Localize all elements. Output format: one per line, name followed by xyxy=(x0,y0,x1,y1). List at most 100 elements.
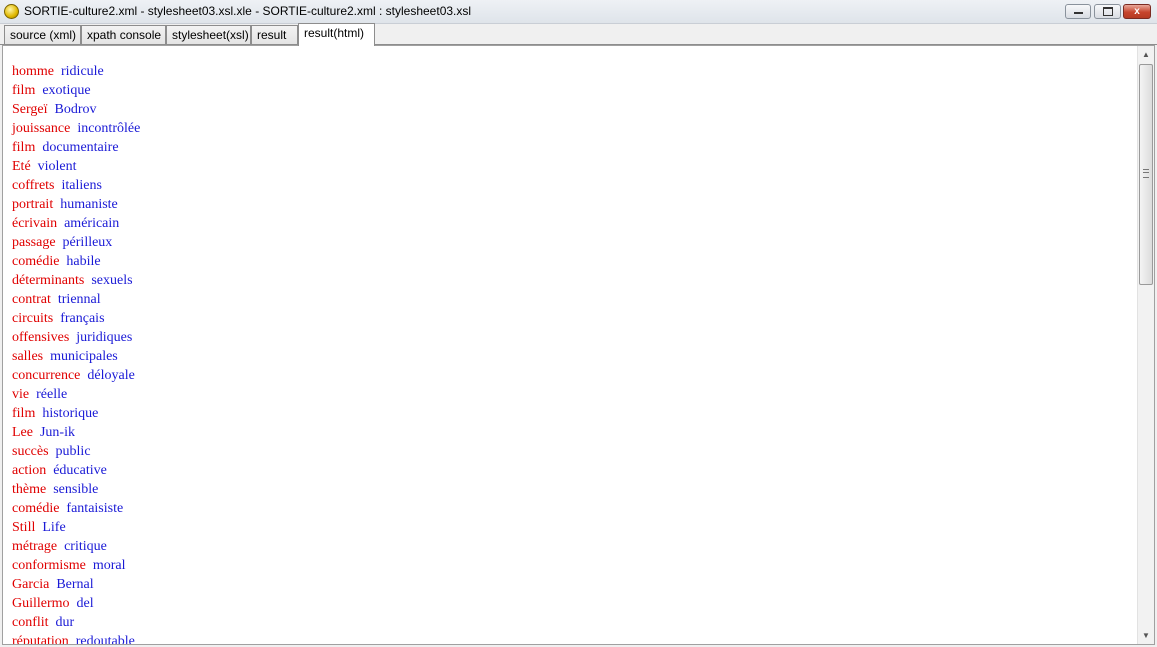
tab-source-xml[interactable]: source (xml) xyxy=(4,25,81,45)
list-item: comédie fantaisiste xyxy=(12,499,1132,518)
first-word: film xyxy=(12,140,36,155)
first-word: Guillermo xyxy=(12,596,70,611)
tab-result[interactable]: result xyxy=(251,25,298,45)
second-word: incontrôlée xyxy=(77,121,141,136)
second-word: périlleux xyxy=(62,235,113,250)
list-item: thème sensible xyxy=(12,480,1132,499)
scroll-up-icon[interactable]: ▲ xyxy=(1138,46,1154,63)
second-word: Jun-ik xyxy=(39,425,75,440)
result-html-pane: homme ridicule film exotique Sergeï Bodrov jou… xyxy=(2,45,1155,645)
first-word: salles xyxy=(12,349,44,364)
second-word: moral xyxy=(92,558,126,573)
first-word: succès xyxy=(12,444,49,459)
word-pair-list: homme ridicule film exotique Sergeï Bodrov jou… xyxy=(12,62,1132,645)
second-word: italiens xyxy=(61,178,102,193)
first-word: film xyxy=(12,406,36,421)
second-word: américain xyxy=(64,216,120,231)
list-item: homme ridicule xyxy=(12,62,1132,81)
first-word: offensives xyxy=(12,330,70,345)
list-item: conflit dur xyxy=(12,613,1132,632)
scrollbar-thumb[interactable] xyxy=(1139,64,1153,285)
first-word: réputation xyxy=(12,634,69,645)
list-item: Guillermo del xyxy=(12,594,1132,613)
second-word: fantaisiste xyxy=(66,501,124,516)
second-word: français xyxy=(60,311,105,326)
first-word: Sergeï xyxy=(12,102,48,117)
list-item: film documentaire xyxy=(12,138,1132,157)
list-item: circuits français xyxy=(12,309,1132,328)
first-word: passage xyxy=(12,235,56,250)
vertical-scrollbar[interactable]: ▲ ▼ xyxy=(1137,46,1154,644)
list-item: comédie habile xyxy=(12,252,1132,271)
title-bar: SORTIE-culture2.xml - stylesheet03.xsl.x… xyxy=(0,0,1157,24)
second-word: humaniste xyxy=(60,197,118,212)
first-word: thème xyxy=(12,482,47,497)
first-word: film xyxy=(12,83,36,98)
first-word: homme xyxy=(12,64,54,79)
list-item: contrat triennal xyxy=(12,290,1132,309)
first-word: Garcia xyxy=(12,577,50,592)
list-item: passage périlleux xyxy=(12,233,1132,252)
second-word: sensible xyxy=(53,482,99,497)
second-word: éducative xyxy=(53,463,107,478)
list-item: offensives juridiques xyxy=(12,328,1132,347)
first-word: vie xyxy=(12,387,30,402)
list-item: Eté violent xyxy=(12,157,1132,176)
second-word: Bernal xyxy=(56,577,94,592)
first-word: déterminants xyxy=(12,273,85,288)
second-word: critique xyxy=(64,539,107,554)
second-word: juridiques xyxy=(76,330,133,345)
second-word: sexuels xyxy=(91,273,133,288)
first-word: portrait xyxy=(12,197,54,212)
second-word: municipales xyxy=(50,349,118,364)
second-word: déloyale xyxy=(87,368,135,383)
first-word: Still xyxy=(12,520,36,535)
close-icon: x xyxy=(1134,6,1140,17)
second-word: exotique xyxy=(42,83,91,98)
grip-icon xyxy=(1143,169,1149,178)
first-word: comédie xyxy=(12,254,60,269)
list-item: Sergeï Bodrov xyxy=(12,100,1132,119)
list-item: salles municipales xyxy=(12,347,1132,366)
list-item: Lee Jun-ik xyxy=(12,423,1132,442)
second-word: dur xyxy=(55,615,75,630)
list-item: Garcia Bernal xyxy=(12,575,1132,594)
second-word: Bodrov xyxy=(54,102,97,117)
first-word: Lee xyxy=(12,425,33,440)
second-word: del xyxy=(76,596,94,611)
list-item: concurrence déloyale xyxy=(12,366,1132,385)
second-word: public xyxy=(55,444,91,459)
app-icon[interactable] xyxy=(4,4,19,19)
list-item: coffrets italiens xyxy=(12,176,1132,195)
first-word: comédie xyxy=(12,501,60,516)
list-item: film exotique xyxy=(12,81,1132,100)
maximize-icon xyxy=(1102,7,1113,16)
list-item: film historique xyxy=(12,404,1132,423)
list-item: réputation redoutable xyxy=(12,632,1132,645)
list-item: déterminants sexuels xyxy=(12,271,1132,290)
first-word: action xyxy=(12,463,47,478)
close-button[interactable]: x xyxy=(1123,4,1151,19)
list-item: succès public xyxy=(12,442,1132,461)
second-word: violent xyxy=(37,159,77,174)
list-item: portrait humaniste xyxy=(12,195,1132,214)
maximize-button[interactable] xyxy=(1094,4,1121,19)
tab-xpath-console[interactable]: xpath console xyxy=(81,25,166,45)
minimize-button[interactable] xyxy=(1065,4,1091,19)
first-word: métrage xyxy=(12,539,58,554)
first-word: Eté xyxy=(12,159,31,174)
second-word: redoutable xyxy=(75,634,135,645)
second-word: habile xyxy=(66,254,101,269)
tab-result-html[interactable]: result(html) xyxy=(298,23,375,46)
minimize-icon xyxy=(1073,12,1083,14)
tab-stylesheet-xsl[interactable]: stylesheet(xsl) xyxy=(166,25,251,45)
list-item: métrage critique xyxy=(12,537,1132,556)
second-word: ridicule xyxy=(61,64,104,79)
second-word: historique xyxy=(42,406,99,421)
first-word: conflit xyxy=(12,615,49,630)
first-word: écrivain xyxy=(12,216,58,231)
scroll-down-icon[interactable]: ▼ xyxy=(1138,627,1154,644)
second-word: triennal xyxy=(57,292,101,307)
window-title: SORTIE-culture2.xml - stylesheet03.xsl.x… xyxy=(24,4,472,18)
first-word: jouissance xyxy=(12,121,71,136)
